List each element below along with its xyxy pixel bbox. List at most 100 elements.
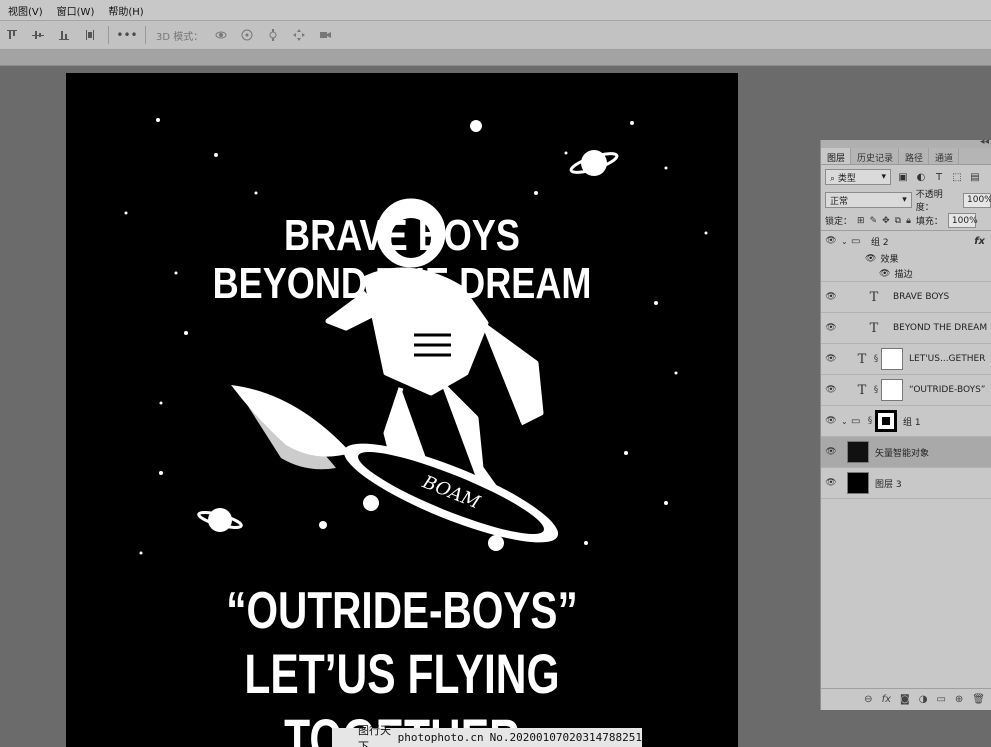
separator [108,26,109,44]
layer-group-2[interactable]: 👁︎ ⌄ ▭ 组 2 fx [821,231,991,251]
effects-row[interactable]: 👁︎ 效果 [821,251,991,266]
eye-icon[interactable]: 👁︎ [821,416,841,426]
smart-object-thumbnail[interactable] [847,441,869,463]
headline-outride-boys: “OUTRIDE-BOYS” [226,582,578,640]
skateboard: BOAM [343,443,559,551]
blend-mode-select[interactable]: 正常 ▾ [825,192,912,208]
align-vcenter-icon[interactable] [30,27,46,43]
stroke-effect-row[interactable]: 👁︎ 描边 [821,266,991,282]
layer-name: 组 2 [871,237,889,248]
align-top-icon[interactable] [4,27,20,43]
filter-kind-select[interactable]: ⌕ 类型 ▾ [825,169,891,185]
filter-type-icon[interactable]: T [933,172,945,183]
opacity-label: 不透明度： [915,190,943,213]
filter-adjustment-icon[interactable]: ◐ [915,172,927,183]
eye-icon[interactable]: 👁︎ [821,292,841,302]
menu-bar: 视图(V) 窗口(W) 帮助(H) [0,0,991,20]
slide-3d-icon[interactable] [291,27,307,43]
stroke-label: 描边 [894,270,913,280]
more-options-icon[interactable]: ••• [116,27,137,43]
roll-3d-icon[interactable] [239,27,255,43]
distribute-icon[interactable] [82,27,98,43]
mode3d-label: 3D 模式： [156,31,204,43]
headline-brave-boys: BRAVE BOYS [284,211,520,260]
folder-icon: ▭ [851,415,861,427]
filter-smart-object-icon[interactable]: ▤ [969,172,981,183]
add-mask-icon[interactable]: ◙ [900,694,910,705]
chevron-down-icon: ▾ [902,195,907,205]
planet-top-right [569,150,619,176]
opacity-input[interactable]: 100% [963,192,991,208]
lock-artboard-icon[interactable]: ⧉ [895,216,901,226]
delete-layer-icon[interactable]: 🗑︎ [972,694,985,705]
type-layer-icon: T [869,320,879,336]
new-adjustment-icon[interactable]: ◑ [919,694,928,705]
eye-icon[interactable]: 👁︎ [821,478,841,488]
link-layers-icon[interactable]: ⊖ [864,694,872,705]
layer-mask-thumbnail[interactable] [881,379,903,401]
watermark-bar: 图行天下 photophoto.cn No.202001070203147882… [332,724,642,747]
layer-name: 组 1 [903,417,921,428]
effects-label: 效果 [880,255,899,265]
camera-3d-icon[interactable] [317,27,333,43]
layer-outride-boys[interactable]: 👁︎ T § “OUTRIDE-BOYS” [821,375,991,406]
blend-row: 正常 ▾ 不透明度： 100% [821,189,991,213]
link-icon[interactable]: § [871,385,881,395]
lock-label: 锁定： [825,217,853,227]
new-group-icon[interactable]: ▭ [936,694,945,705]
new-layer-icon[interactable]: ⊕ [955,694,963,705]
blend-mode-value: 正常 [830,196,849,207]
layer-lets-together[interactable]: 👁︎ T § LET'US...GETHER [821,344,991,375]
menu-view[interactable]: 视图(V) [8,3,43,18]
lock-paint-icon[interactable]: ✎ [870,216,878,226]
eye-icon[interactable]: 👁︎ [821,447,841,457]
panel-header: ◂◂ [821,137,991,148]
link-icon[interactable]: § [871,354,881,364]
eye-icon[interactable]: 👁︎ [879,269,890,279]
chevron-down-icon[interactable]: ⌄ [841,417,851,426]
tab-history[interactable]: 历史记录 [851,148,900,164]
comet-trail [231,385,351,470]
fx-icon[interactable]: fx [974,236,985,247]
eye-icon[interactable]: 👁︎ [821,354,841,364]
add-style-icon[interactable]: fx [882,694,891,705]
pan-3d-icon[interactable] [265,27,281,43]
layer-mask-thumbnail[interactable] [875,410,897,432]
lock-all-icon[interactable]: 🔒︎ [906,216,911,226]
menu-window[interactable]: 窗口(W) [57,3,95,18]
layer-group-1[interactable]: 👁︎ ⌄ ▭ § 组 1 [821,406,991,437]
tab-channels[interactable]: 通道 [929,148,960,164]
eye-icon[interactable]: 👁︎ [865,254,876,264]
layer-3[interactable]: 👁︎ 图层 3 [821,468,991,499]
align-bottom-icon[interactable] [56,27,72,43]
document-tab-strip [0,50,991,66]
separator [145,26,146,44]
link-icon[interactable]: § [865,416,875,426]
folder-icon: ▭ [851,235,861,247]
options-bar: ••• 3D 模式： [0,20,991,50]
layer-beyond-the-dream[interactable]: 👁︎ T BEYOND THE DREAM [821,313,991,344]
type-layer-icon: T [857,351,867,367]
layer-mask-thumbnail[interactable] [881,348,903,370]
lock-transparent-icon[interactable]: ⊞ [857,216,865,226]
orbit-3d-icon[interactable] [213,27,229,43]
layer-smart-object[interactable]: 👁︎ 矢量智能对象 [821,437,991,468]
chevron-down-icon: ▾ [881,172,886,182]
eye-icon[interactable]: 👁︎ [821,323,841,333]
filter-pixel-icon[interactable]: ▣ [897,172,909,183]
planet-bottom-left [197,508,243,532]
document-canvas[interactable]: BOAM BRAVE BOYS BEYOND THE DREAM “OUTRID… [66,73,738,747]
tab-layers[interactable]: 图层 [821,148,852,164]
menu-help[interactable]: 帮助(H) [108,3,143,18]
layer-brave-boys[interactable]: 👁︎ T BRAVE BOYS [821,282,991,313]
lock-position-icon[interactable]: ✥ [882,216,890,226]
tab-paths[interactable]: 路径 [899,148,930,164]
chevron-down-icon[interactable]: ⌄ [841,237,851,246]
eye-icon[interactable]: 👁︎ [821,236,841,246]
layer-thumbnail[interactable] [847,472,869,494]
fill-input[interactable]: 100% [947,213,978,228]
eye-icon[interactable]: 👁︎ [821,385,841,395]
headline-beyond-the-dream: BEYOND THE DREAM [212,259,592,308]
collapse-icon[interactable]: ◂◂ [980,137,989,147]
filter-shape-icon[interactable]: ⬚ [951,172,963,183]
